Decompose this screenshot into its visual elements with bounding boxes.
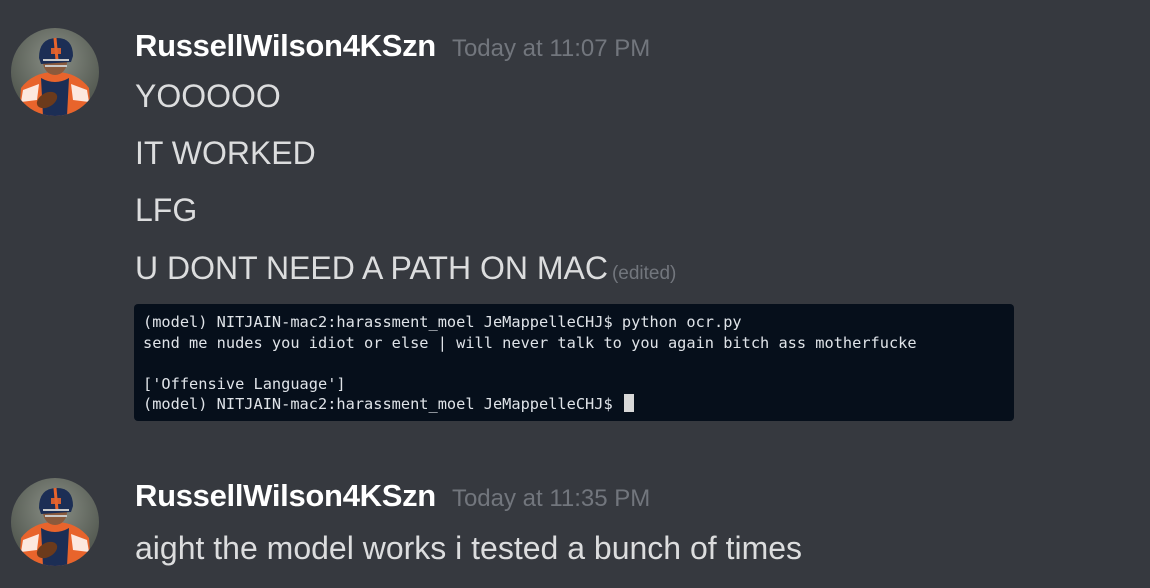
message-header: RussellWilson4KSzn Today at 11:35 PM xyxy=(135,474,650,518)
timestamp[interactable]: Today at 11:35 PM xyxy=(452,477,650,521)
chat-messages: RussellWilson4KSzn Today at 11:07 PM YOO… xyxy=(0,0,1150,588)
message-header: RussellWilson4KSzn Today at 11:07 PM xyxy=(135,24,650,68)
edited-label: (edited) xyxy=(611,263,677,284)
football-player-avatar-icon xyxy=(11,478,99,566)
message-text: IT WORKED xyxy=(135,135,316,171)
image-attachment[interactable]: (model) NITJAIN-mac2:harassment_moel JeM… xyxy=(134,304,1014,421)
terminal-line: (model) NITJAIN-mac2:harassment_moel JeM… xyxy=(143,313,742,331)
message-text: LFG xyxy=(135,192,198,228)
avatar[interactable] xyxy=(11,28,99,116)
username[interactable]: RussellWilson4KSzn xyxy=(135,24,436,68)
timestamp[interactable]: Today at 11:07 PM xyxy=(452,27,650,71)
avatar[interactable] xyxy=(11,478,99,566)
username[interactable]: RussellWilson4KSzn xyxy=(135,474,436,518)
message-text: U DONT NEED A PATH ON MAC (edited) xyxy=(135,246,676,296)
football-player-avatar-icon xyxy=(11,28,99,116)
terminal-cursor-icon xyxy=(623,394,634,412)
message-text-content: U DONT NEED A PATH ON MAC xyxy=(135,250,608,286)
terminal-line: (model) NITJAIN-mac2:harassment_moel JeM… xyxy=(143,395,613,413)
terminal-line: ['Offensive Language'] xyxy=(143,374,346,393)
message-text: YOOOOO xyxy=(135,78,281,114)
terminal-screenshot: (model) NITJAIN-mac2:harassment_moel JeM… xyxy=(143,312,917,415)
terminal-line: send me nudes you idiot or else | will n… xyxy=(143,333,917,352)
message-text: aight the model works i tested a bunch o… xyxy=(135,530,803,566)
